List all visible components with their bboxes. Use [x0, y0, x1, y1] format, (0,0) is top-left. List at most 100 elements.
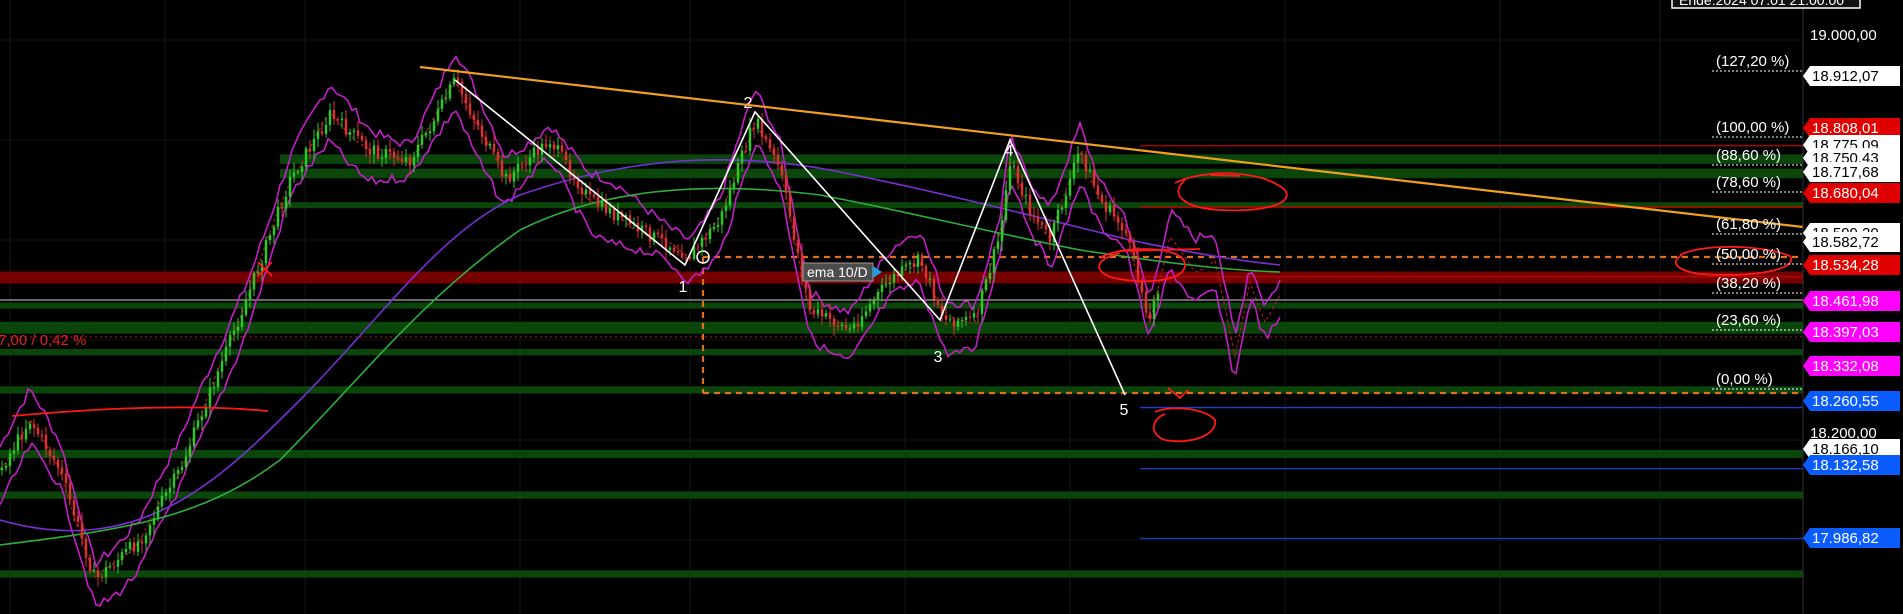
candle-body-287 [1148, 312, 1152, 319]
candle-body-241 [964, 316, 968, 320]
candle-body-264 [1056, 209, 1060, 224]
candle-body-119 [476, 120, 480, 126]
candle-body-253 [1012, 165, 1016, 167]
candle-body-195 [780, 164, 784, 176]
candle-body-5 [20, 434, 24, 440]
candle-body-208 [832, 318, 836, 326]
candle-body-35 [140, 541, 144, 544]
candle-body-128 [512, 171, 516, 182]
candle-body-71 [284, 196, 288, 209]
candle-body-8 [32, 423, 36, 428]
candle-body-274 [1096, 185, 1100, 195]
candle-body-7 [28, 423, 32, 430]
candle-body-170 [680, 252, 684, 258]
candle-body-239 [956, 320, 960, 327]
candle-body-78 [312, 138, 316, 152]
candle-body-6 [24, 429, 28, 440]
candle-body-188 [752, 127, 756, 129]
price-tag-label-4: 18.717,68 [1812, 164, 1879, 181]
candle-body-83 [332, 110, 336, 120]
candle-body-108 [432, 121, 436, 132]
candle-body-186 [744, 150, 748, 152]
candle-body-136 [544, 143, 548, 148]
candle-body-171 [684, 257, 688, 259]
candle-body-100 [400, 159, 404, 162]
candle-body-227 [908, 262, 912, 265]
candle-body-153 [612, 208, 616, 221]
price-chart[interactable]: 12345 (127,20 %)(100,00 %)(88,60 %)(78,6… [0, 0, 1903, 614]
candle-body-146 [584, 189, 588, 195]
ema-label-box[interactable]: ema 10/D [802, 262, 882, 282]
candle-body-59 [236, 326, 240, 331]
candle-body-217 [868, 304, 872, 312]
candle-body-251 [1004, 190, 1008, 220]
candle-body-168 [672, 247, 676, 252]
candle-body-117 [468, 103, 472, 115]
candle-body-242 [968, 316, 972, 318]
candle-body-118 [472, 114, 476, 121]
candle-body-278 [1112, 205, 1116, 217]
candle-body-18 [72, 500, 76, 516]
candle-body-120 [480, 125, 484, 137]
candle-body-144 [576, 179, 580, 188]
header-label: Ende:2024 07.01 21:00:00 [1679, 0, 1844, 8]
fib-label-5: (50,00 %) [1716, 246, 1781, 263]
candle-body-123 [492, 144, 496, 152]
candle-body-211 [844, 324, 848, 329]
price-tag-4: 18.717,68 [1803, 162, 1900, 182]
candle-body-74 [296, 171, 300, 173]
price-tag-label-7: 18.582,72 [1812, 234, 1879, 251]
candle-body-24 [96, 570, 100, 577]
candle-body-137 [548, 144, 552, 148]
fib-label-6: (38,20 %) [1716, 275, 1781, 292]
candle-body-279 [1116, 216, 1120, 223]
candle-body-232 [928, 278, 932, 280]
candle-body-238 [952, 319, 956, 327]
candle-body-231 [924, 266, 928, 279]
candle-body-202 [808, 289, 812, 310]
candle-body-130 [520, 164, 524, 166]
candle-body-84 [336, 119, 340, 121]
fib-label-1: (100,00 %) [1716, 119, 1789, 136]
candle-body-281 [1124, 230, 1128, 234]
candle-body-247 [988, 272, 992, 280]
candle-body-19 [76, 515, 80, 522]
candle-body-145 [580, 187, 584, 195]
candle-body-177 [708, 228, 712, 240]
candle-body-90 [360, 135, 364, 141]
zone-9 [0, 491, 1803, 499]
candle-body-140 [560, 145, 564, 152]
candle-body-273 [1092, 170, 1096, 186]
candle-body-254 [1016, 165, 1020, 183]
candle-body-258 [1032, 215, 1036, 217]
candle-body-95 [380, 157, 384, 159]
price-tag-label-9: 18.461,98 [1812, 293, 1879, 310]
candle-body-265 [1060, 207, 1064, 210]
candle-body-10 [40, 434, 44, 436]
candle-body-9 [36, 427, 40, 435]
axis-label-0: 19.000,00 [1810, 27, 1877, 44]
candle-body-139 [556, 145, 560, 150]
candle-body-185 [740, 150, 744, 164]
candle-body-230 [920, 254, 924, 267]
candle-body-76 [304, 148, 308, 167]
wave-label-5: 5 [1120, 402, 1129, 419]
candle-body-68 [272, 226, 276, 236]
candle-body-252 [1008, 166, 1012, 191]
price-tag-15: 17.986,82 [1803, 528, 1900, 548]
candle-body-79 [316, 131, 320, 139]
ema-label: ema 10/D [807, 264, 868, 280]
candle-body-225 [900, 266, 904, 277]
price-tag-12: 18.260,55 [1803, 391, 1900, 411]
candle-body-48 [192, 427, 196, 447]
candle-body-191 [764, 136, 768, 140]
candle-body-126 [504, 173, 508, 177]
price-tag-10: 18.397,03 [1803, 322, 1900, 342]
candle-body-150 [600, 200, 604, 207]
price-tag-14: 18.132,58 [1803, 455, 1900, 475]
candle-body-23 [92, 570, 96, 572]
candle-body-199 [796, 239, 800, 254]
candle-body-69 [276, 206, 280, 227]
candle-body-164 [656, 232, 660, 235]
candle-body-282 [1128, 233, 1132, 243]
